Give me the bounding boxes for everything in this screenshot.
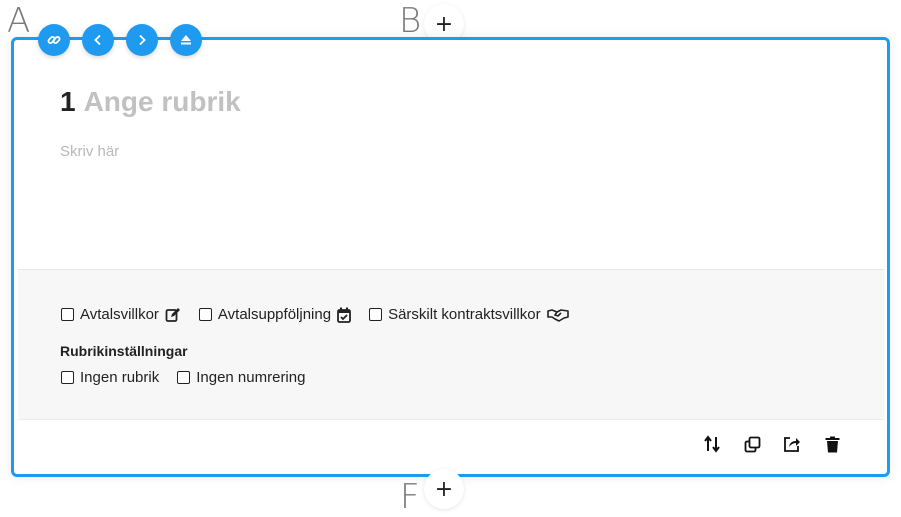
checkbox-ingen-numrering[interactable]: Ingen numrering (177, 369, 305, 386)
section-card: 1 Ange rubrik Skriv här Avtalsvillkor Av… (11, 37, 890, 477)
section-number: 1 (60, 86, 76, 117)
checkbox-label: Ingen rubrik (80, 369, 160, 386)
heading-input[interactable]: Ange rubrik (84, 86, 241, 118)
checkbox-box[interactable] (61, 371, 74, 384)
trash-icon[interactable] (822, 434, 842, 454)
checkbox-label: Särskilt kontraktsvillkor (388, 306, 541, 323)
copy-icon[interactable] (742, 434, 762, 454)
sort-icon[interactable] (702, 434, 722, 454)
chevron-left-icon[interactable] (82, 24, 114, 56)
section-settings-panel: Avtalsvillkor Avtalsuppföljning Särskilt… (18, 269, 884, 420)
top-toolbar (38, 24, 202, 56)
calendar-check-icon (337, 307, 351, 323)
edit-icon (165, 307, 180, 322)
checkbox-avtalsvillkor[interactable]: Avtalsvillkor (61, 306, 181, 323)
handshake-icon (546, 308, 569, 322)
link-icon[interactable] (38, 24, 70, 56)
add-section-below-button[interactable]: + (424, 469, 464, 509)
body-text-input[interactable]: Skriv här (60, 143, 119, 160)
checkbox-avtalsuppfoljning[interactable]: Avtalsuppföljning (198, 306, 351, 323)
checkbox-label: Ingen numrering (196, 369, 306, 386)
eject-icon[interactable] (170, 24, 202, 56)
heading-settings-options: Ingen rubrik Ingen numrering (61, 369, 323, 386)
checkbox-box[interactable] (369, 308, 383, 321)
marker-f: F (400, 477, 420, 517)
checkbox-box[interactable] (198, 308, 212, 321)
checkbox-label: Avtalsvillkor (80, 306, 159, 323)
chevron-right-icon[interactable] (126, 24, 158, 56)
marker-b: B (399, 1, 422, 41)
checkbox-label: Avtalsuppföljning (217, 306, 332, 323)
checkbox-sarskilt-kontraktsvillkor[interactable]: Särskilt kontraktsvillkor (369, 306, 569, 323)
checkbox-ingen-rubrik[interactable]: Ingen rubrik (61, 369, 159, 386)
section-actions (702, 434, 842, 454)
section-type-options: Avtalsvillkor Avtalsuppföljning Särskilt… (61, 306, 587, 323)
checkbox-box[interactable] (177, 371, 191, 384)
marker-a: A (7, 1, 31, 41)
section-heading: 1 Ange rubrik (60, 86, 241, 118)
heading-settings-title: Rubrikinställningar (60, 343, 188, 359)
share-icon[interactable] (782, 434, 802, 454)
checkbox-box[interactable] (61, 308, 74, 321)
